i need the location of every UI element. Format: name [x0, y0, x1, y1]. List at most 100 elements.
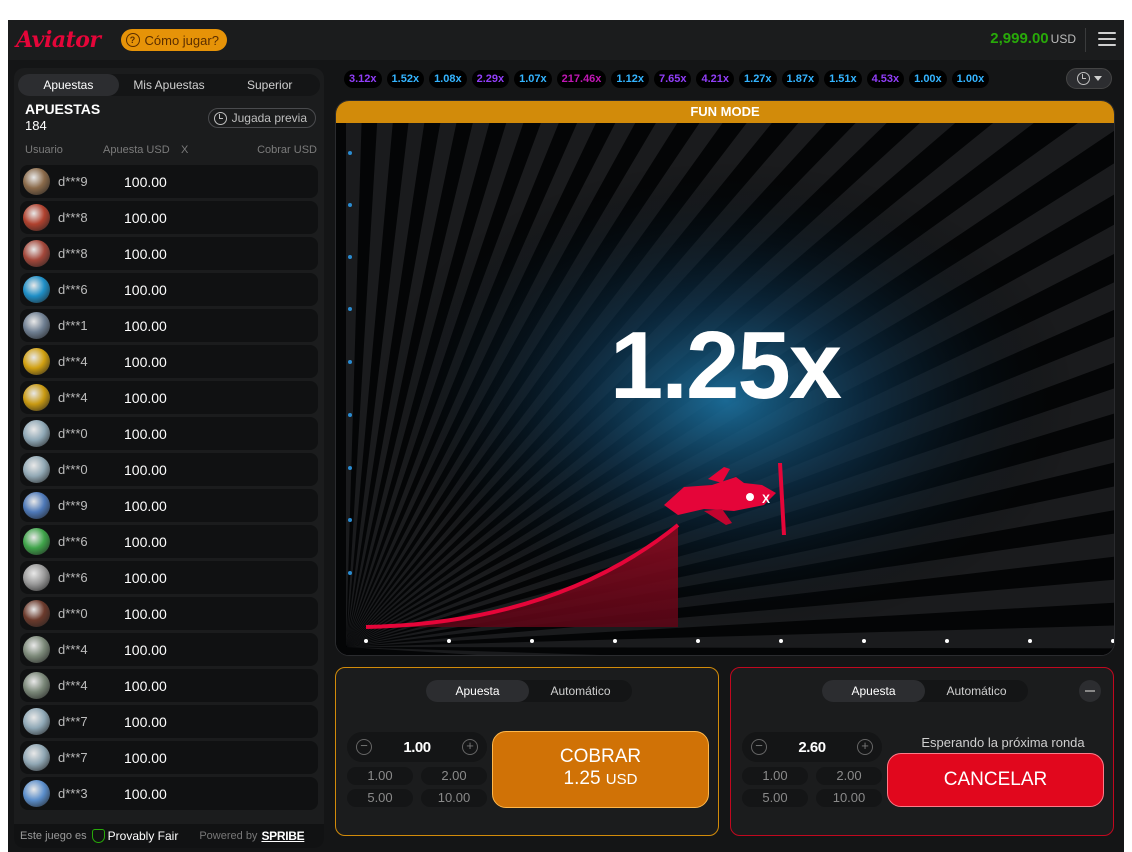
previous-round-label: Jugada previa [231, 111, 307, 125]
bets-list: d***9 100.00 d***8 100.00 d***8 100.00 d***6 10… [20, 165, 318, 813]
avatar [23, 600, 50, 627]
cashout-amount: 1.25 [563, 768, 601, 789]
tab-bet[interactable]: Apuesta [822, 680, 925, 702]
bet-user: d***4 [58, 354, 88, 369]
bet-user: d***8 [58, 246, 88, 261]
previous-round-button[interactable]: Jugada previa [207, 108, 316, 128]
aviator-logo[interactable]: Aviator [16, 27, 101, 53]
bet-row: d***9 100.00 [20, 165, 318, 198]
avatar [23, 528, 50, 555]
bet-amount: 100.00 [124, 786, 167, 802]
multiplier-history-item[interactable]: 1.07x [514, 70, 552, 88]
bet-amount: 100.00 [124, 606, 167, 622]
multiplier-history-item[interactable]: 4.53x [866, 70, 905, 88]
bets-column-headers: Usuario Apuesta USD X Cobrar USD [14, 144, 324, 160]
bet-row: d***4 100.00 [20, 381, 318, 414]
avatar [23, 492, 50, 519]
bet-row: d***0 100.00 [20, 597, 318, 630]
multiplier-history-item[interactable]: 1.52x [386, 70, 425, 88]
multiplier-history-item[interactable]: 1.00x [909, 70, 947, 88]
plus-icon[interactable]: + [857, 739, 873, 755]
bet-user: d***3 [58, 786, 88, 801]
bet-row: d***4 100.00 [20, 345, 318, 378]
multiplier-history-item[interactable]: 1.08x [429, 70, 467, 88]
bet-amount: 100.00 [124, 174, 167, 190]
quick-amount-button[interactable]: 5.00 [742, 789, 808, 807]
quick-amount-button[interactable]: 5.00 [347, 789, 413, 807]
spribe-logo[interactable]: SPRIBE [261, 829, 304, 843]
bet-amount: 100.00 [124, 642, 167, 658]
tab-auto[interactable]: Automático [529, 680, 632, 702]
bet-user: d***1 [58, 318, 88, 333]
multiplier-history-item[interactable]: 217.46x [556, 70, 607, 88]
provably-fair-link[interactable]: Provably Fair [108, 829, 179, 843]
multiplier-history-item[interactable]: 1.27x [739, 70, 777, 88]
remove-bet-panel-button[interactable] [1079, 680, 1101, 702]
tab-my-bets[interactable]: Mis Apuestas [119, 74, 220, 96]
quick-amount-button[interactable]: 10.00 [816, 789, 882, 807]
hamburger-menu-icon[interactable] [1098, 32, 1116, 46]
multiplier-history-item[interactable]: 4.21x [696, 70, 735, 88]
quick-amount-button[interactable]: 1.00 [742, 767, 808, 785]
aviator-app: Aviator ? Cómo jugar? 2,999.00 USD Apuest… [8, 20, 1124, 852]
multiplier-history-item[interactable]: 1.00x [951, 70, 990, 88]
cashout-button[interactable]: COBRAR 1.25 USD [492, 731, 709, 808]
multiplier-history-item[interactable]: 2.29x [471, 70, 510, 88]
column-multiplier: X [181, 144, 189, 156]
avatar [23, 312, 50, 339]
bet-amount: 100.00 [124, 390, 167, 406]
avatar [23, 204, 50, 231]
bet-amount-stepper[interactable]: − 1.00 + [347, 732, 487, 762]
bets-tabs: Apuestas Mis Apuestas Superior [18, 74, 320, 96]
bet-amount: 100.00 [124, 462, 167, 478]
bet-row: d***3 100.00 [20, 777, 318, 810]
multiplier-history-item[interactable]: 1.51x [824, 70, 862, 88]
multiplier-history-item[interactable]: 1.87x [781, 70, 820, 88]
bet-user: d***6 [58, 570, 88, 585]
bet-user: d***0 [58, 462, 88, 477]
waiting-status: Esperando la próxima ronda [921, 735, 1085, 750]
cashout-label: COBRAR [559, 746, 642, 767]
powered-by-label: Powered by [199, 830, 258, 842]
bet-row: d***0 100.00 [20, 417, 318, 450]
bet-amount: 100.00 [124, 282, 167, 298]
footer: Este juego es Provably Fair Powered by S… [14, 824, 324, 848]
current-multiplier: 1.25x [609, 312, 842, 419]
bet-panel-2-tabs: Apuesta Automático [822, 680, 1028, 702]
cancel-button[interactable]: CANCELAR [887, 753, 1104, 807]
multiplier-history-item[interactable]: 1.12x [611, 70, 649, 88]
history-dropdown-button[interactable] [1066, 68, 1112, 89]
avatar [23, 636, 50, 663]
bet-user: d***7 [58, 714, 88, 729]
avatar [23, 708, 50, 735]
history-icon [213, 111, 227, 125]
quick-amount-button[interactable]: 2.00 [421, 767, 487, 785]
tab-auto[interactable]: Automático [925, 680, 1028, 702]
quick-amount-button[interactable]: 1.00 [347, 767, 413, 785]
multiplier-history-item[interactable]: 3.12x [344, 70, 382, 88]
bet-row: d***9 100.00 [20, 489, 318, 522]
avatar [23, 348, 50, 375]
quick-amount-button[interactable]: 10.00 [421, 789, 487, 807]
avatar [23, 564, 50, 591]
shield-check-icon [91, 829, 105, 843]
tab-all-bets[interactable]: Apuestas [18, 74, 119, 96]
avatar [23, 420, 50, 447]
plus-icon[interactable]: + [462, 739, 478, 755]
bet-amount-stepper[interactable]: − 2.60 + [742, 732, 882, 762]
quick-amount-button[interactable]: 2.00 [816, 767, 882, 785]
bet-row: d***0 100.00 [20, 453, 318, 486]
tab-top[interactable]: Superior [219, 74, 320, 96]
how-to-play-label: Cómo jugar? [144, 32, 219, 48]
bet-row: d***6 100.00 [20, 561, 318, 594]
multiplier-history-item[interactable]: 7.65x [653, 70, 692, 88]
how-to-play-button[interactable]: ? Cómo jugar? [120, 29, 227, 51]
bet-panel-1: Apuesta Automático − 1.00 + 1.00 2.00 5.… [335, 667, 719, 836]
bet-amount: 100.00 [124, 210, 167, 226]
bet-row: d***7 100.00 [20, 705, 318, 738]
question-icon: ? [125, 33, 140, 47]
quick-amounts: 1.00 2.00 5.00 10.00 [347, 767, 487, 807]
tab-bet[interactable]: Apuesta [426, 680, 529, 702]
bet-row: d***4 100.00 [20, 633, 318, 666]
column-user: Usuario [25, 144, 63, 156]
